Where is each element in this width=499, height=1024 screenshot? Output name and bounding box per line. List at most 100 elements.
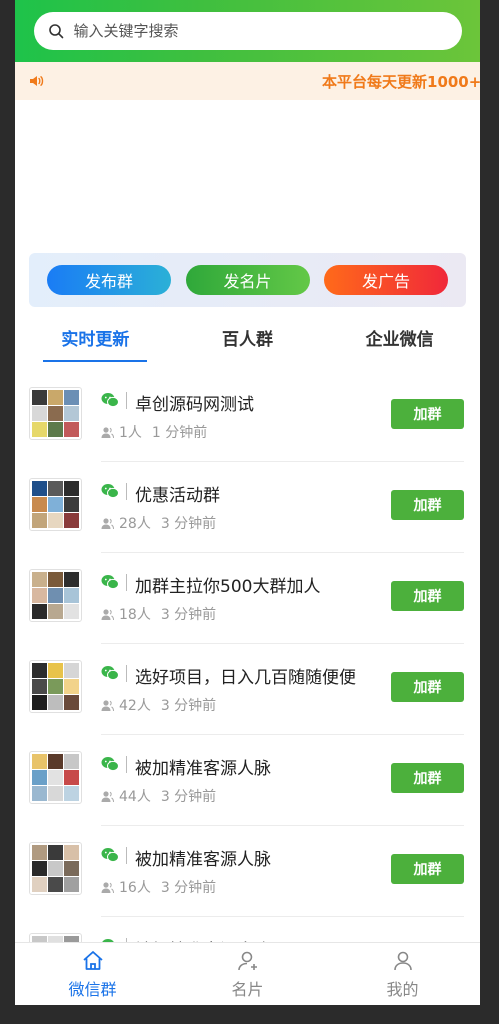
- group-avatar: [29, 387, 82, 440]
- title-divider: [126, 483, 127, 500]
- avatar-tile: [32, 786, 47, 801]
- speaker-icon: [30, 76, 44, 86]
- search-bar[interactable]: [33, 12, 462, 50]
- member-count: 44人: [119, 789, 151, 805]
- avatar-tile: [64, 422, 79, 437]
- members-icon: [101, 517, 114, 529]
- wechat-icon: [101, 484, 119, 499]
- avatar-tile: [48, 497, 63, 512]
- update-time: 3 分钟前: [160, 880, 217, 896]
- avatar-tile: [64, 754, 79, 769]
- user-add-icon: [237, 951, 257, 970]
- avatar-tile: [32, 513, 47, 528]
- avatar-tile: [64, 390, 79, 405]
- avatar-tile: [64, 861, 79, 876]
- group-title: 选好项目，日入几百随随便便: [135, 668, 356, 688]
- wechat-icon: [101, 757, 119, 772]
- tab-realtime[interactable]: 实时更新: [43, 319, 148, 362]
- avatar-tile: [48, 513, 63, 528]
- home-icon: [82, 950, 103, 970]
- update-time: 3 分钟前: [160, 607, 217, 623]
- group-meta: 42人 3 分钟前: [101, 695, 216, 715]
- avatar-tile: [64, 663, 79, 678]
- avatar-tile: [48, 845, 63, 860]
- avatar-tile: [64, 679, 79, 694]
- publish-group-button[interactable]: 发布群: [47, 265, 171, 295]
- group-row[interactable]: 被加精准客源人脉 44人 3 分钟前 加群: [15, 735, 480, 826]
- group-meta: 16人 3 分钟前: [101, 877, 216, 897]
- bottom-nav: 微信群 名片 我的: [15, 942, 480, 1005]
- group-avatar: [29, 751, 82, 804]
- join-group-button[interactable]: 加群: [391, 763, 464, 793]
- avatar-tile: [64, 513, 79, 528]
- update-time: 3 分钟前: [160, 789, 217, 805]
- group-row[interactable]: 加群主拉你500大群加人 18人 3 分钟前 加群: [15, 553, 480, 644]
- join-group-button[interactable]: 加群: [391, 490, 464, 520]
- avatar-tile: [32, 588, 47, 603]
- banner-area: [15, 100, 480, 253]
- avatar-tile: [48, 588, 63, 603]
- group-avatar: [29, 478, 82, 531]
- avatar-tile: [64, 588, 79, 603]
- publish-card-button[interactable]: 发名片: [185, 265, 310, 295]
- avatar-tile: [48, 770, 63, 785]
- avatar-tile: [32, 481, 47, 496]
- avatar-tile: [32, 497, 47, 512]
- action-bar: 发布群 发名片 发广告: [29, 253, 466, 307]
- members-icon: [101, 790, 114, 802]
- join-group-button[interactable]: 加群: [391, 581, 464, 611]
- group-row[interactable]: 卓创源码网测试 1人 1 分钟前 加群: [15, 371, 480, 462]
- publish-ad-button[interactable]: 发广告: [324, 265, 448, 295]
- avatar-tile: [64, 481, 79, 496]
- nav-wechat-group[interactable]: 微信群: [15, 943, 170, 1005]
- members-icon: [101, 881, 114, 893]
- avatar-tile: [64, 497, 79, 512]
- join-group-button[interactable]: 加群: [391, 672, 464, 702]
- title-divider: [126, 574, 127, 591]
- search-input[interactable]: [71, 21, 436, 41]
- join-group-button[interactable]: 加群: [391, 399, 464, 429]
- avatar-tile: [32, 663, 47, 678]
- avatar-tile: [32, 845, 47, 860]
- group-title: 加群主拉你500大群加人: [135, 577, 321, 597]
- avatar-tile: [64, 770, 79, 785]
- avatar-tile: [32, 877, 47, 892]
- group-row[interactable]: 优惠活动群 28人 3 分钟前 加群: [15, 462, 480, 553]
- update-time: 3 分钟前: [160, 698, 217, 714]
- nav-label-card: 名片: [231, 979, 264, 999]
- title-divider: [126, 847, 127, 864]
- nav-mine[interactable]: 我的: [325, 943, 480, 1005]
- wechat-icon: [101, 848, 119, 863]
- nav-card[interactable]: 名片: [170, 943, 325, 1005]
- group-meta: 44人 3 分钟前: [101, 786, 216, 806]
- group-avatar: [29, 660, 82, 713]
- tab-hundred-group[interactable]: 百人群: [222, 319, 273, 356]
- wechat-icon: [101, 393, 119, 408]
- member-count: 16人: [119, 880, 151, 896]
- group-row[interactable]: 被加精准客源人脉 16人 3 分钟前 加群: [15, 826, 480, 917]
- nav-label-mine: 我的: [386, 979, 419, 999]
- tab-enterprise-wechat[interactable]: 企业微信: [366, 319, 434, 356]
- group-meta: 18人 3 分钟前: [101, 604, 216, 624]
- avatar-tile: [64, 604, 79, 619]
- members-icon: [101, 699, 114, 711]
- avatar-tile: [48, 695, 63, 710]
- avatar-tile: [64, 406, 79, 421]
- avatar-tile: [48, 422, 63, 437]
- avatar-tile: [32, 572, 47, 587]
- group-title: 被加精准客源人脉: [135, 850, 271, 870]
- group-list: 卓创源码网测试 1人 1 分钟前 加群 优惠活动群 28人 3 分钟前 加群 加群主拉你500大…: [15, 371, 480, 1005]
- join-group-button[interactable]: 加群: [391, 854, 464, 884]
- title-divider: [126, 392, 127, 409]
- member-count: 28人: [119, 516, 151, 532]
- title-divider: [126, 665, 127, 682]
- avatar-tile: [64, 695, 79, 710]
- members-icon: [101, 608, 114, 620]
- group-meta: 28人 3 分钟前: [101, 513, 216, 533]
- avatar-tile: [48, 754, 63, 769]
- group-title: 优惠活动群: [135, 486, 220, 506]
- group-meta: 1人 1 分钟前: [101, 422, 207, 442]
- avatar-tile: [32, 695, 47, 710]
- group-row[interactable]: 选好项目，日入几百随随便便 42人 3 分钟前 加群: [15, 644, 480, 735]
- avatar-tile: [48, 406, 63, 421]
